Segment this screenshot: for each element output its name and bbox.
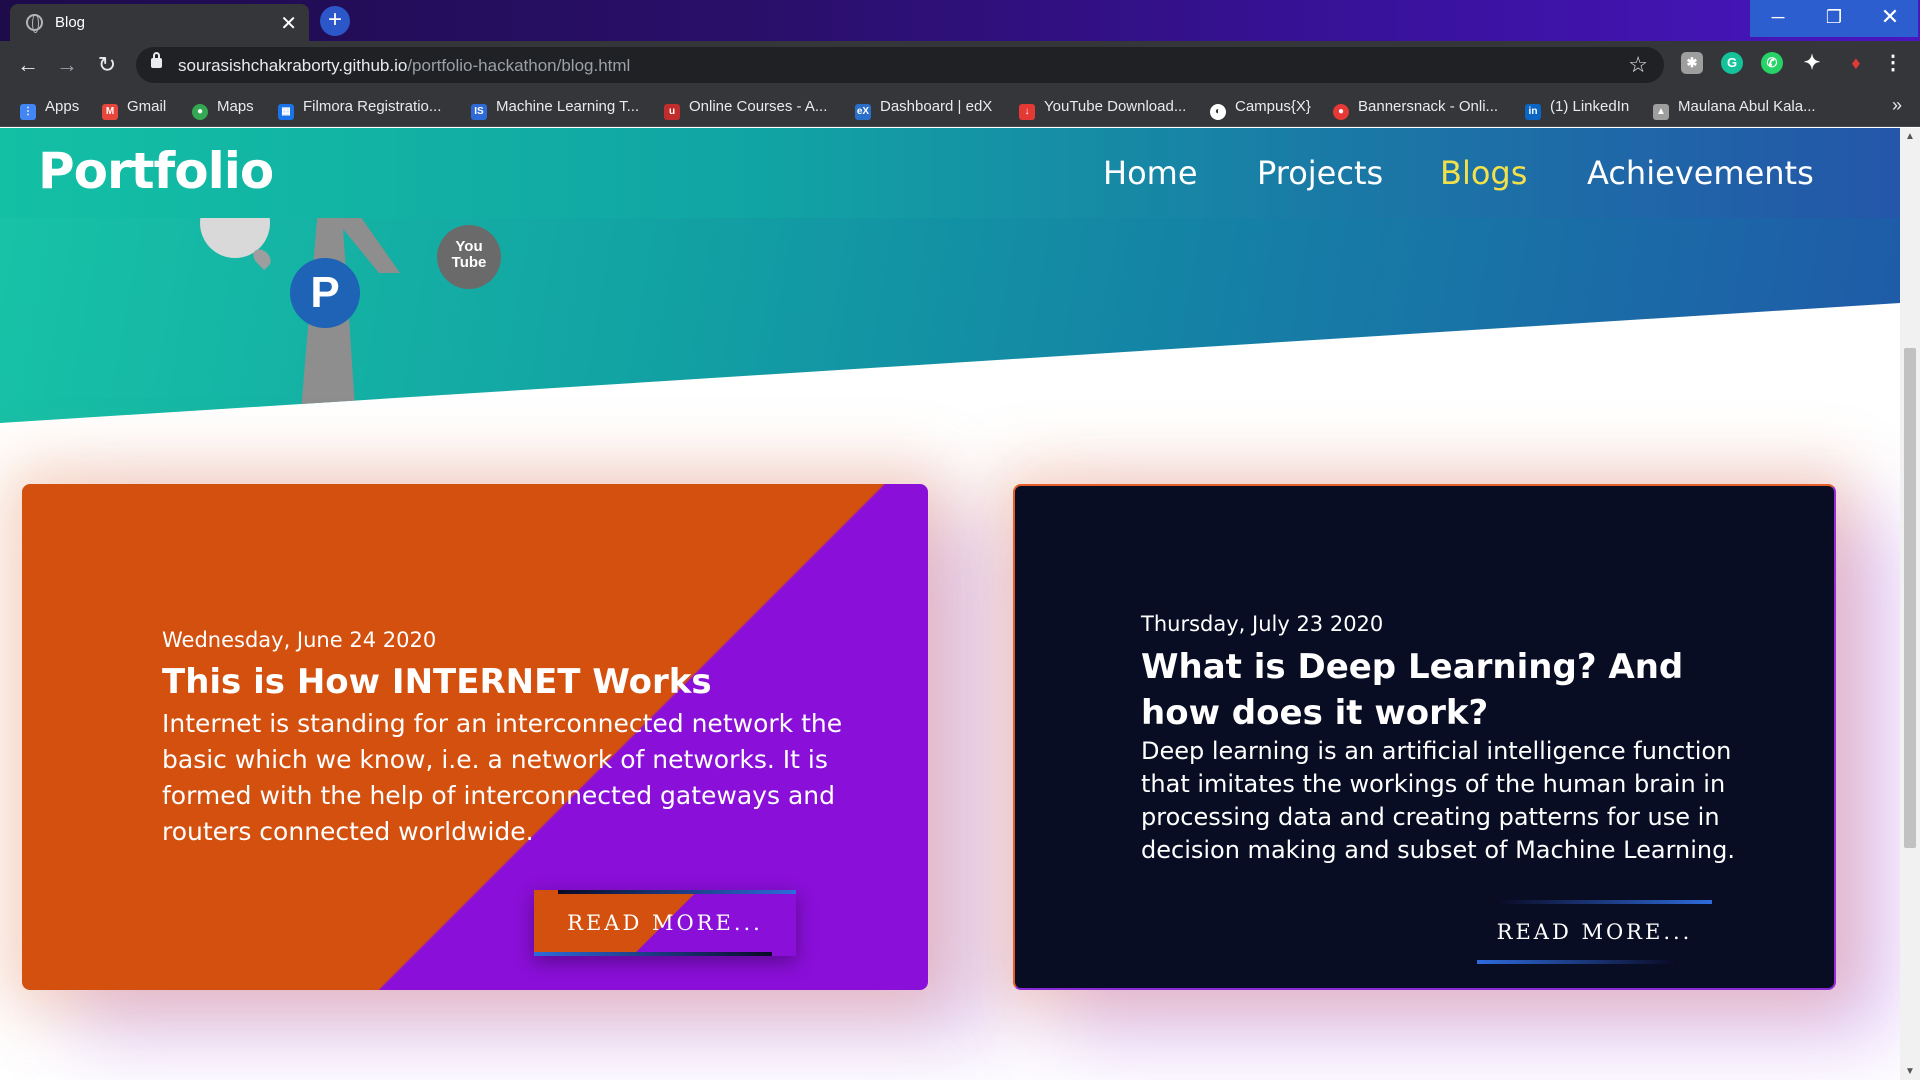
- extensions-puzzle-icon[interactable]: ✦: [1801, 52, 1823, 74]
- bannersnack-icon: ●: [1333, 104, 1349, 120]
- bookmark-bannersnack[interactable]: ● Bannersnack - Onli...: [1333, 98, 1499, 120]
- apps-grid-icon: ⋮: [20, 104, 36, 120]
- bookmarks-overflow-icon[interactable]: »: [1892, 95, 1902, 116]
- bookmark-label: Maps: [217, 98, 254, 115]
- bookmark-label: Machine Learning T...: [496, 98, 640, 115]
- nav-blogs[interactable]: Blogs: [1440, 154, 1527, 192]
- bookmark-linkedin[interactable]: in (1) LinkedIn: [1525, 98, 1630, 120]
- youtube-icon: You Tube: [437, 225, 501, 289]
- url-host: sourasishchakraborty.github.io: [178, 56, 408, 75]
- edx-icon: eX: [855, 104, 871, 120]
- bookmark-label: Apps: [45, 98, 80, 115]
- read-more-button[interactable]: READ MORE...: [1477, 900, 1712, 964]
- lock-icon: [151, 52, 162, 68]
- blog-excerpt: Internet is standing for an interconnect…: [162, 709, 843, 846]
- linkedin-icon: in: [1525, 104, 1541, 120]
- bookmark-youtube-download[interactable]: ↓ YouTube Download...: [1019, 98, 1187, 120]
- filmora-icon: ▦: [278, 104, 294, 120]
- bookmarks-bar: ⋮ Apps M Gmail ● Maps ▦ Filmora Registratio.…: [0, 89, 1920, 127]
- globe-icon: [26, 14, 43, 33]
- blog-card-deep-learning: Thursday, July 23 2020 What is Deep Lear…: [1013, 484, 1836, 990]
- udemy-icon: u: [664, 104, 680, 120]
- close-window-button[interactable]: ✕: [1862, 0, 1918, 37]
- tab-strip: Blog ✕ + ─ ❐ ✕: [0, 0, 1920, 41]
- address-bar[interactable]: sourasishchakraborty.github.io/portfolio…: [136, 47, 1664, 83]
- blog-title: What is Deep Learning? And how does it w…: [1141, 647, 1684, 733]
- bookmark-star-icon[interactable]: ☆: [1628, 52, 1648, 78]
- maps-pin-icon: ●: [192, 104, 208, 120]
- page-content: P You Tube Portfolio Home Projects Blogs …: [0, 128, 1900, 1080]
- bookmark-label: Campus{X}: [1235, 98, 1311, 115]
- bookmark-online-courses[interactable]: u Online Courses - A...: [664, 98, 828, 120]
- download-icon: ↓: [1019, 104, 1035, 120]
- bookmark-campusx[interactable]: ◐ Campus{X}: [1210, 98, 1311, 120]
- bookmark-maps[interactable]: ● Maps: [192, 98, 254, 120]
- nav-achievements[interactable]: Achievements: [1587, 154, 1814, 192]
- bookmark-label: Online Courses - A...: [689, 98, 828, 115]
- grammarly-icon[interactable]: G: [1721, 52, 1743, 74]
- read-more-button[interactable]: READ MORE...: [534, 890, 796, 956]
- ml-icon: IS: [471, 104, 487, 120]
- bookmark-label: Bannersnack - Onli...: [1358, 98, 1499, 115]
- bookmark-maulana[interactable]: ▲ Maulana Abul Kala...: [1653, 98, 1816, 120]
- graduation-cap-icon: ▲: [1653, 104, 1669, 120]
- blog-card-internet: Wednesday, June 24 2020 This is How INTE…: [22, 484, 928, 990]
- blog-date: Thursday, July 23 2020: [1141, 612, 1384, 636]
- reload-icon[interactable]: ↻: [94, 52, 120, 78]
- url-text[interactable]: sourasishchakraborty.github.io/portfolio…: [178, 56, 630, 76]
- url-path: /portfolio-hackathon/blog.html: [407, 56, 631, 75]
- forward-arrow-icon[interactable]: →: [54, 52, 80, 78]
- minimize-button[interactable]: ─: [1750, 0, 1806, 37]
- nav-projects[interactable]: Projects: [1257, 154, 1383, 192]
- page-scrollbar[interactable]: ▲ ▼: [1900, 128, 1920, 1080]
- menu-kebab-icon[interactable]: ⋮: [1882, 52, 1904, 74]
- nav-home[interactable]: Home: [1103, 154, 1198, 192]
- whatsapp-icon[interactable]: ✆: [1761, 52, 1783, 74]
- bookmark-label: Gmail: [127, 98, 167, 115]
- bookmark-edx[interactable]: eX Dashboard | edX: [855, 98, 993, 120]
- extension-icon[interactable]: ✱: [1681, 52, 1703, 74]
- bookmark-machine-learning[interactable]: IS Machine Learning T...: [471, 98, 640, 120]
- new-tab-button[interactable]: +: [320, 6, 350, 36]
- back-arrow-icon[interactable]: ←: [15, 52, 41, 78]
- site-navbar: Portfolio Home Projects Blogs Achievemen…: [0, 128, 1900, 218]
- youtube-icon-bottom: Tube: [451, 254, 487, 271]
- tab-blog[interactable]: Blog ✕: [10, 4, 309, 41]
- profile-icon[interactable]: ♦: [1845, 52, 1867, 74]
- pinterest-icon: P: [290, 258, 360, 328]
- gmail-icon: M: [102, 104, 118, 120]
- scrollbar-thumb[interactable]: [1904, 348, 1916, 848]
- scroll-down-arrow-icon[interactable]: ▼: [1905, 1066, 1915, 1077]
- scroll-up-arrow-icon[interactable]: ▲: [1905, 131, 1915, 142]
- bookmark-label: Filmora Registratio...: [303, 98, 442, 115]
- bookmark-apps[interactable]: ⋮ Apps: [20, 98, 80, 120]
- blog-date: Wednesday, June 24 2020: [162, 628, 437, 652]
- tab-close-icon[interactable]: ✕: [280, 11, 297, 36]
- bookmark-label: (1) LinkedIn: [1550, 98, 1630, 115]
- bookmark-filmora[interactable]: ▦ Filmora Registratio...: [278, 98, 442, 120]
- campusx-icon: ◐: [1210, 104, 1226, 120]
- blog-excerpt: Deep learning is an artificial intellige…: [1141, 737, 1735, 864]
- tab-title: Blog: [55, 14, 86, 31]
- youtube-icon-top: You: [455, 238, 483, 255]
- restore-button[interactable]: ❐: [1806, 0, 1862, 37]
- blog-title: This is How INTERNET Works: [162, 662, 712, 702]
- site-logo[interactable]: Portfolio: [38, 142, 274, 200]
- bookmark-label: Dashboard | edX: [880, 98, 993, 115]
- bookmark-label: YouTube Download...: [1044, 98, 1187, 115]
- bookmark-gmail[interactable]: M Gmail: [102, 98, 167, 120]
- browser-toolbar: ← → ↻ sourasishchakraborty.github.io/por…: [0, 41, 1920, 89]
- bookmark-label: Maulana Abul Kala...: [1678, 98, 1816, 115]
